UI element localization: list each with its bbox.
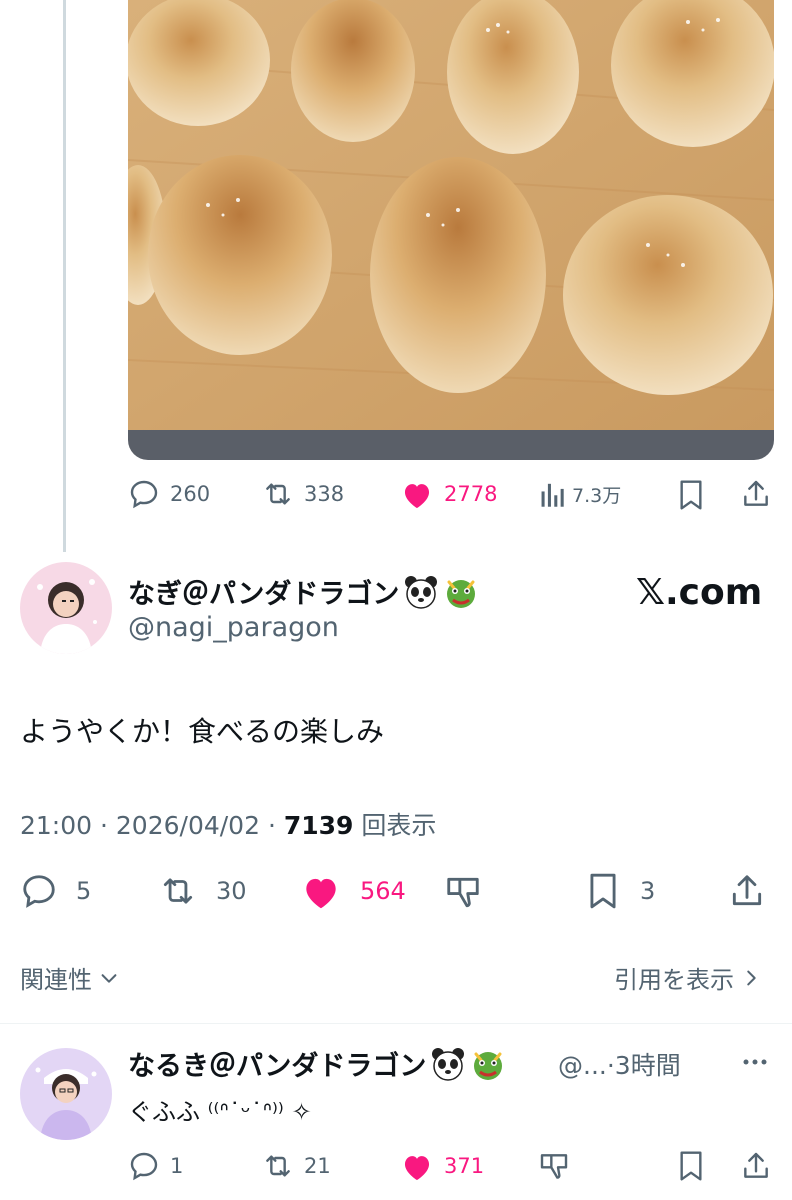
dislike-button[interactable] bbox=[538, 1150, 570, 1182]
thread-line bbox=[63, 0, 66, 552]
more-dots-icon bbox=[743, 1059, 767, 1065]
reply-icon bbox=[130, 480, 158, 509]
dragon-emoji-icon bbox=[474, 1051, 503, 1080]
like-count: 2778 bbox=[444, 482, 498, 506]
author-name-text: なぎ＠パンダドラゴン bbox=[128, 579, 400, 610]
reply-button[interactable]: 5 bbox=[20, 872, 91, 910]
chevron-right-icon bbox=[747, 970, 756, 985]
sort-label: 関連性 bbox=[20, 966, 92, 994]
views-count: 7139 bbox=[283, 811, 354, 840]
retweet-button[interactable]: 21 bbox=[262, 1150, 331, 1182]
reply-text: ぐふふ ⁽⁽ᐢ˙ᵕ˙ᐢ⁾⁾ ✧ bbox=[128, 1098, 312, 1126]
like-button[interactable]: 2778 bbox=[400, 478, 497, 510]
retweet-count: 21 bbox=[304, 1154, 331, 1178]
bookmark-button[interactable]: 3 bbox=[586, 872, 655, 910]
divider bbox=[0, 1023, 792, 1024]
thumbs-down-icon bbox=[540, 1154, 568, 1179]
reply-icon bbox=[130, 1152, 158, 1181]
heart-filled-icon bbox=[404, 1156, 430, 1181]
reply-count: 5 bbox=[76, 877, 92, 905]
reply-button[interactable]: 1 bbox=[128, 1150, 183, 1182]
bookmark-icon bbox=[590, 873, 616, 909]
author-name[interactable]: なぎ＠パンダドラゴン bbox=[128, 572, 479, 611]
tweet-meta: 21:00 · 2026/04/02 · 7139 回表示 bbox=[20, 806, 436, 842]
meta-separator: · bbox=[100, 811, 116, 840]
dragon-emoji-icon bbox=[447, 579, 476, 608]
bookmark-button[interactable] bbox=[676, 1150, 706, 1182]
views-button[interactable]: 7.3万 bbox=[540, 480, 621, 508]
more-options-button[interactable] bbox=[740, 1050, 770, 1078]
meta-separator: · bbox=[267, 811, 284, 840]
chevron-down-icon bbox=[101, 973, 117, 983]
heart-filled-icon bbox=[306, 878, 336, 909]
reply-count: 1 bbox=[170, 1154, 184, 1178]
author-handle[interactable]: @nagi_paragon bbox=[128, 612, 339, 643]
share-button[interactable] bbox=[740, 478, 772, 510]
share-icon bbox=[732, 875, 762, 906]
retweet-icon bbox=[266, 483, 290, 505]
retweet-icon bbox=[163, 878, 193, 904]
views-label: 回表示 bbox=[361, 811, 437, 840]
share-icon bbox=[744, 480, 768, 506]
reply-icon bbox=[23, 875, 55, 908]
share-button[interactable] bbox=[740, 1150, 772, 1182]
bread-photo[interactable] bbox=[128, 0, 774, 460]
retweet-icon bbox=[266, 1155, 290, 1177]
bookmark-icon bbox=[680, 1151, 702, 1181]
view-quotes-link[interactable]: 引用を表示 bbox=[614, 960, 760, 995]
heart-filled-icon bbox=[404, 484, 430, 509]
bread-photo-illustration bbox=[128, 0, 774, 460]
bookmark-count: 3 bbox=[640, 877, 656, 905]
share-button[interactable] bbox=[728, 872, 766, 910]
like-count: 371 bbox=[444, 1154, 485, 1178]
reply-author-name[interactable]: なるき＠パンダドラゴン bbox=[128, 1044, 506, 1083]
avatar-image bbox=[20, 562, 112, 654]
tweet-text: ようやくか！食べるの楽しみ bbox=[20, 715, 385, 748]
avatar-image bbox=[20, 1048, 112, 1140]
panda-emoji-icon bbox=[405, 575, 438, 609]
reply-button[interactable]: 260 bbox=[128, 478, 210, 510]
sort-relevance-dropdown[interactable]: 関連性 bbox=[20, 960, 120, 995]
reply-count: 260 bbox=[170, 482, 211, 506]
reply-author-avatar[interactable] bbox=[20, 1048, 112, 1140]
panda-emoji-icon bbox=[432, 1047, 465, 1081]
bookmark-icon bbox=[680, 480, 702, 510]
like-button[interactable]: 371 bbox=[400, 1150, 484, 1182]
tweet-time[interactable]: 21:00 bbox=[20, 811, 92, 840]
retweet-count: 30 bbox=[216, 877, 247, 905]
reply-time-ago[interactable]: 3時間 bbox=[615, 1051, 681, 1080]
meta-separator: · bbox=[606, 1051, 615, 1080]
view-quotes-label: 引用を表示 bbox=[614, 966, 734, 994]
thumbs-down-icon bbox=[447, 877, 479, 908]
reply-handle[interactable]: @... bbox=[558, 1051, 607, 1080]
share-icon bbox=[744, 1152, 768, 1178]
reply-author-name-text: なるき＠パンダドラゴン bbox=[128, 1051, 427, 1082]
views-count: 7.3万 bbox=[572, 484, 622, 507]
like-button[interactable]: 564 bbox=[300, 872, 406, 910]
like-count: 564 bbox=[360, 877, 406, 905]
bookmark-button[interactable] bbox=[676, 479, 706, 511]
dislike-button[interactable] bbox=[444, 873, 482, 911]
reply-meta: @...·3時間 bbox=[558, 1046, 681, 1082]
retweet-button[interactable]: 30 bbox=[158, 872, 247, 910]
tweet-date[interactable]: 2026/04/02 bbox=[116, 811, 260, 840]
retweet-count: 338 bbox=[304, 482, 345, 506]
analytics-icon bbox=[541, 483, 564, 507]
author-avatar[interactable] bbox=[20, 562, 112, 654]
retweet-button[interactable]: 338 bbox=[262, 478, 344, 510]
x-com-watermark: 𝕏.com bbox=[636, 572, 763, 613]
